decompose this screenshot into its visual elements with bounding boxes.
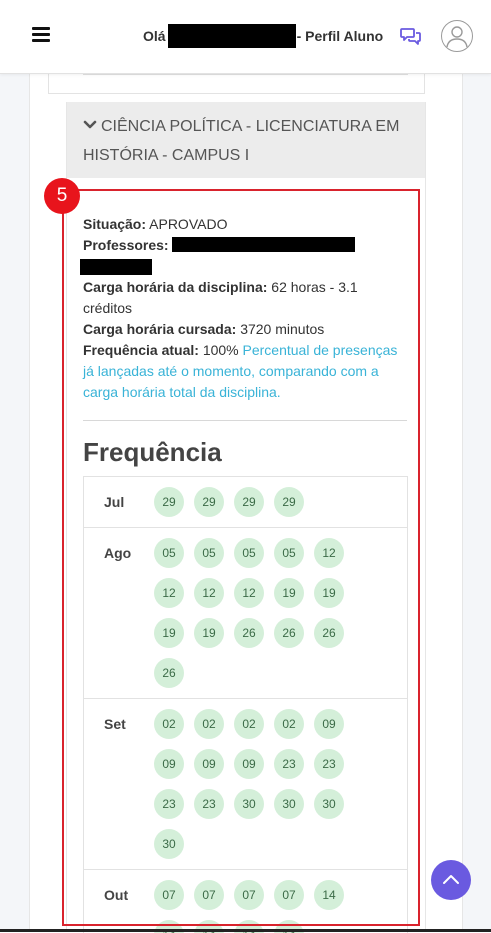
menu-icon[interactable] [32,27,50,43]
attendance-day[interactable]: 02 [234,709,264,739]
greeting-prefix: Olá [143,28,166,44]
attendance-day[interactable]: 14 [314,880,344,910]
chevron-down-icon [83,111,97,129]
attendance-day[interactable]: 30 [274,789,304,819]
attendance-day[interactable]: 07 [194,880,224,910]
attendance-day[interactable]: 26 [274,618,304,648]
attendance-day[interactable]: 26 [314,618,344,648]
attendance-day[interactable]: 29 [234,487,264,517]
attendance-day[interactable]: 30 [234,789,264,819]
attendance-day[interactable]: 05 [154,538,184,568]
course-accordion-header[interactable]: CIÊNCIA POLÍTICA - LICENCIATURA EM HISTÓ… [67,102,425,178]
course-title-text: CIÊNCIA POLÍTICA - LICENCIATURA EM HISTÓ… [83,118,400,164]
chat-icon[interactable] [400,27,422,45]
redacted-user-name [167,24,296,48]
section-divider [83,420,407,421]
situacao-line: Situação: APROVADO [83,214,403,235]
user-avatar-icon[interactable] [441,20,473,52]
greeting-suffix: - Perfil Aluno [296,28,384,44]
carga-cursada-label: Carga horária cursada: [83,321,237,337]
attendance-day[interactable]: 19 [154,618,184,648]
carga-disciplina-line: Carga horária da disciplina: 62 horas - … [83,277,403,319]
month-row: Ago 05 05 05 05 12 12 12 12 19 19 19 19 26 26 26 26 [84,528,407,699]
situacao-value: APROVADO [149,216,228,232]
attendance-day[interactable]: 12 [314,538,344,568]
month-row: Out070707071414141414 [84,870,407,933]
attendance-day[interactable]: 19 [194,618,224,648]
attendance-day[interactable]: 12 [234,578,264,608]
month-label: Ago [104,545,132,561]
month-label: Set [104,716,126,732]
frequencia-label: Frequência atual: [83,342,199,358]
attendance-day[interactable]: 07 [234,880,264,910]
user-greeting: Olá - Perfil Aluno [143,24,383,48]
month-label: Out [104,887,129,903]
frequency-table: Jul 29 29 29 29 Ago 05 05 05 05 12 12 12 12 19 19 19 19 26… [83,476,408,933]
carga-cursada-line: Carga horária cursada: 3720 minutos [83,319,403,340]
attendance-day[interactable]: 12 [194,578,224,608]
attendance-day[interactable]: 23 [194,789,224,819]
frequencia-line: Frequência atual: 100% Percentual de pre… [83,340,403,403]
situacao-label: Situação: [83,216,147,232]
attendance-day[interactable]: 05 [234,538,264,568]
attendance-day[interactable]: 26 [154,658,184,688]
top-navbar: Olá - Perfil Aluno [0,0,491,74]
attendance-day[interactable]: 29 [154,487,184,517]
attendance-day[interactable]: 29 [194,487,224,517]
month-label: Jul [104,494,125,510]
redacted-professor-names-continued [80,259,152,275]
attendance-day[interactable]: 23 [154,789,184,819]
attendance-day[interactable]: 12 [154,578,184,608]
attendance-day[interactable]: 09 [314,709,344,739]
chevron-up-icon [443,875,459,884]
attendance-day[interactable]: 02 [194,709,224,739]
attendance-day[interactable]: 23 [274,749,304,779]
scroll-to-top-button[interactable] [431,860,471,900]
month-row: Set 02 02 02 02 09 09 09 09 23 23 23 23 30 30 30 30 [84,699,407,870]
attendance-day[interactable]: 07 [274,880,304,910]
attendance-day[interactable]: 07 [154,880,184,910]
carga-disciplina-label: Carga horária da disciplina: [83,279,268,295]
attendance-day[interactable]: 23 [314,749,344,779]
previous-course-card [48,74,425,94]
professores-label: Professores: [83,237,169,253]
attendance-day[interactable]: 29 [274,487,304,517]
frequency-title: Frequência [83,437,222,467]
carga-cursada-value: 3720 minutos [240,321,325,337]
month-row: Jul 29 29 29 29 [84,477,407,528]
attendance-day[interactable]: 05 [194,538,224,568]
frequencia-value: 100% [202,342,239,358]
attendance-day[interactable]: 26 [234,618,264,648]
attendance-day[interactable]: 19 [314,578,344,608]
attendance-day[interactable]: 09 [234,749,264,779]
attendance-day[interactable]: 05 [274,538,304,568]
attendance-day[interactable]: 09 [154,749,184,779]
attendance-day[interactable]: 30 [314,789,344,819]
attendance-day[interactable]: 09 [194,749,224,779]
attendance-day[interactable]: 02 [154,709,184,739]
course-title: CIÊNCIA POLÍTICA - LICENCIATURA EM HISTÓ… [83,111,413,170]
course-details: Situação: APROVADO Professores: Carga ho… [83,214,403,403]
step-badge: 5 [44,178,80,214]
attendance-day[interactable]: 19 [274,578,304,608]
attendance-day[interactable]: 02 [274,709,304,739]
redacted-professor-names [171,237,355,252]
attendance-day[interactable]: 30 [154,829,184,859]
